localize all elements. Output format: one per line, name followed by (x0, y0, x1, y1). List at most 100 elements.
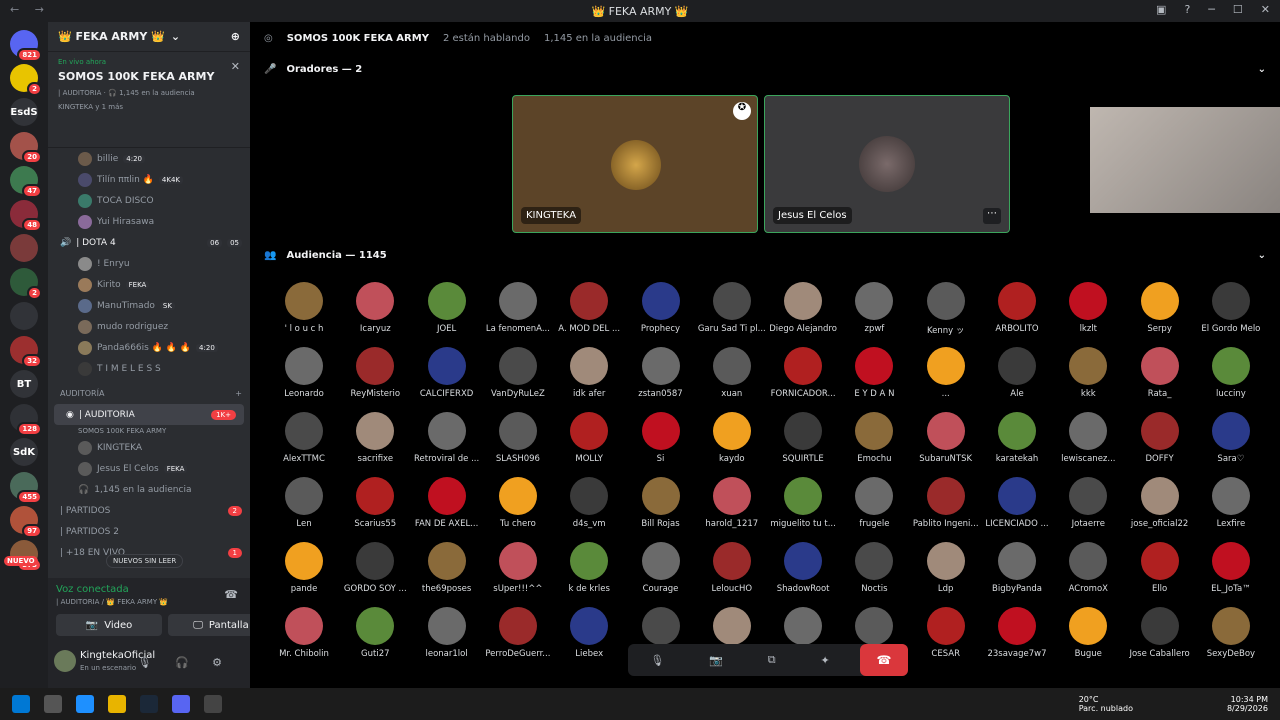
member-row[interactable]: KINGTEKA (48, 437, 250, 458)
audience-member[interactable]: kkk (1052, 347, 1124, 399)
audience-member[interactable]: Ldp (910, 542, 982, 594)
audience-member[interactable]: Leonardo (268, 347, 340, 399)
server-header[interactable]: 👑 FEKA ARMY 👑 ⌄ ⊕ (48, 22, 250, 52)
unread-pill[interactable]: NUEVOS SIN LEER (106, 554, 184, 568)
audience-member[interactable]: CESAR (910, 607, 982, 659)
audience-member[interactable]: karatekah (981, 412, 1053, 464)
audience-member[interactable]: ShadowRoot (767, 542, 839, 594)
weather[interactable]: 20°C Parc. nublado (1079, 695, 1133, 713)
audience-member[interactable]: Retroviral de ... (411, 412, 483, 464)
audience-member[interactable]: Liebex (553, 607, 625, 659)
audience-member[interactable]: Prophecy (625, 282, 697, 334)
audience-member[interactable]: frugele (838, 477, 910, 529)
audience-member[interactable]: FAN DE AXEL... (411, 477, 483, 529)
member-row[interactable]: Yui Hirasawa (48, 211, 250, 232)
audience-member[interactable]: sacrifixe (339, 412, 411, 464)
audience-member[interactable]: GORDO SOY ... (339, 542, 411, 594)
member-row[interactable]: Jesus El Celos FEKA (48, 458, 250, 479)
audience-member[interactable]: PerroDeGuerr... (482, 607, 554, 659)
audience-member[interactable]: SexyDeBoy (1195, 607, 1267, 659)
audience-member[interactable]: miguelito tu t... (767, 477, 839, 529)
audience-member[interactable] (767, 607, 839, 649)
channel-item[interactable]: | PARTIDOS 2 (48, 521, 250, 542)
server-icon[interactable]: 20 (10, 132, 42, 164)
server-icon[interactable]: SdK (10, 438, 38, 466)
member-row[interactable]: ManuTimado SK (48, 295, 250, 316)
window-controls[interactable]: ▣? ─ ☐ ✕ (1156, 3, 1270, 16)
audience-member[interactable]: Noctis (838, 542, 910, 594)
audience-member[interactable] (625, 607, 697, 649)
edge-icon[interactable] (76, 695, 94, 713)
audience-member[interactable]: SubaruNTSK (910, 412, 982, 464)
audience-member[interactable]: A. MOD DEL ... (553, 282, 625, 334)
add-channel-icon[interactable]: + (235, 389, 242, 398)
server-icon[interactable]: EsdS (10, 98, 38, 126)
audience-member[interactable]: ACromoX (1052, 542, 1124, 594)
avatar[interactable] (54, 650, 76, 672)
member-row[interactable]: ! Enryu (48, 253, 250, 274)
add-user-icon[interactable]: ⊕ (231, 30, 240, 43)
audience-member[interactable]: Kenny ッ (910, 282, 982, 336)
audience-member[interactable]: Ello (1124, 542, 1196, 594)
audience-member[interactable]: Lexfire (1195, 477, 1267, 529)
windows-start-icon[interactable] (12, 695, 30, 713)
audience-member[interactable]: FORNICADOR... (767, 347, 839, 399)
server-icon[interactable]: 47 (10, 166, 42, 198)
audience-member[interactable]: La fenomenA... (482, 282, 554, 334)
audience-member[interactable]: xuan (696, 347, 768, 399)
server-icon[interactable]: 128 (10, 404, 42, 436)
audience-member[interactable]: CALCIFERXD (411, 347, 483, 399)
server-icon[interactable]: 455 (10, 472, 42, 504)
audience-member[interactable]: k de krles (553, 542, 625, 594)
audience-member[interactable]: MOLLY (553, 412, 625, 464)
server-icon[interactable]: BT (10, 370, 38, 398)
audience-member[interactable]: SQUIRTLE (767, 412, 839, 464)
user-controls[interactable]: 🎙 🎧 ⚙ (137, 656, 232, 669)
steam-icon[interactable] (140, 695, 158, 713)
audience-member[interactable]: Jotaerre (1052, 477, 1124, 529)
server-icon[interactable]: 2 (10, 268, 42, 300)
audience-member[interactable]: Scarius55 (339, 477, 411, 529)
audience-member[interactable]: EL_JoTa™ (1195, 542, 1267, 594)
live-stage-card[interactable]: En vivo ahora SOMOS 100K FEKA ARMY | AUD… (48, 52, 250, 148)
audience-member[interactable]: jose_oficial22 (1124, 477, 1196, 529)
audience-member[interactable]: harold_1217 (696, 477, 768, 529)
chevron-down-icon[interactable]: ⌄ (1258, 64, 1266, 75)
audience-member[interactable]: ... (910, 347, 982, 399)
member-row[interactable]: Tilín ππlin 🔥 4K4K (48, 169, 250, 190)
channel-dota[interactable]: 🔊 | DOTA 4 06 05 (48, 232, 250, 253)
audience-member[interactable]: Pablito Ingeni... (910, 477, 982, 529)
audience-member[interactable]: 23savage7w7 (981, 607, 1053, 659)
audience-member[interactable]: VanDyRuLeZ (482, 347, 554, 399)
audience-member[interactable]: the69poses (411, 542, 483, 594)
discord-icon[interactable] (172, 695, 190, 713)
leave-call-button[interactable]: ☎ (860, 644, 908, 676)
app-icon[interactable] (204, 695, 222, 713)
disconnect-icon[interactable]: ☎ (224, 588, 238, 601)
speakers-header[interactable]: 🎤 Oradores — 2 ⌄ (250, 54, 1280, 84)
audience-member[interactable]: LICENCIADO ... (981, 477, 1053, 529)
audience-member[interactable]: d4s_vm (553, 477, 625, 529)
member-row[interactable]: mudo rodriguez (48, 316, 250, 337)
audience-member[interactable]: Jose Caballero (1124, 607, 1196, 659)
channel-item[interactable]: | PARTIDOS 2 (48, 500, 250, 521)
audience-member[interactable]: BigbyPanda (981, 542, 1053, 594)
audience-member[interactable]: leonar1lol (411, 607, 483, 659)
audience-member[interactable]: Bill Rojas (625, 477, 697, 529)
server-icon[interactable]: 2 (10, 64, 42, 96)
member-row[interactable]: T I M E L E S S (48, 358, 250, 379)
audience-member[interactable]: lkzlt (1052, 282, 1124, 334)
audience-member[interactable]: lewiscanez... (1052, 412, 1124, 464)
audience-member[interactable]: ARBOLITO (981, 282, 1053, 334)
audience-member[interactable]: idk afer (553, 347, 625, 399)
audience-member[interactable]: Ale (981, 347, 1053, 399)
audience-member[interactable]: Tu chero (482, 477, 554, 529)
audience-member[interactable]: SLASH096 (482, 412, 554, 464)
audience-member[interactable]: ' l o u c h (268, 282, 340, 334)
member-row[interactable]: TOCA DISCO (48, 190, 250, 211)
audience-member[interactable]: JOEL (411, 282, 483, 334)
audience-member[interactable]: Sara♡ (1195, 412, 1267, 464)
server-icon[interactable]: 32 (10, 336, 42, 368)
audience-member[interactable]: LeloucHO (696, 542, 768, 594)
category-auditoria[interactable]: AUDITORÍA + (48, 383, 250, 404)
